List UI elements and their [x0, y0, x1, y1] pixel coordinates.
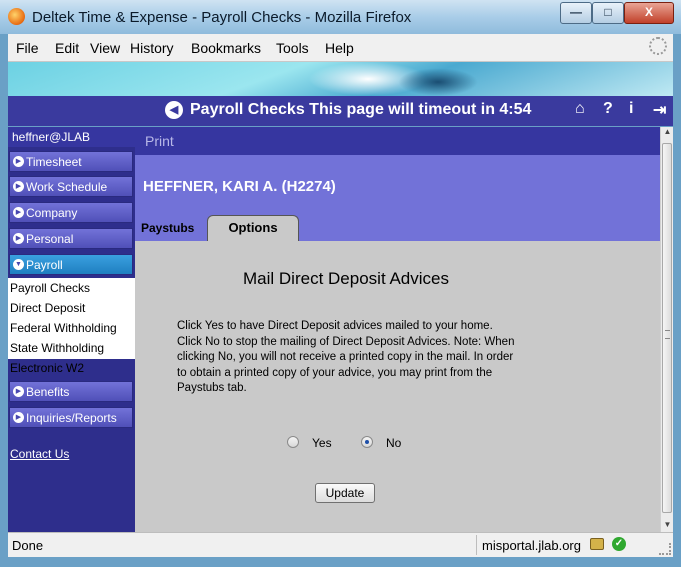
expand-icon: ▶ — [13, 207, 24, 218]
back-icon[interactable]: ◀ — [165, 101, 183, 119]
employee-name: HEFFNER, KARI A. (H2274) — [143, 178, 336, 195]
lock-icon[interactable] — [590, 538, 604, 550]
no-radio[interactable] — [361, 436, 373, 448]
expand-icon: ▶ — [13, 156, 24, 167]
menu-bar: File Edit View History Bookmarks Tools H… — [8, 34, 673, 62]
menu-view[interactable]: View — [90, 40, 120, 56]
help-icon[interactable]: ? — [603, 100, 613, 118]
minimize-button[interactable]: — — [560, 2, 592, 24]
scroll-up-icon[interactable]: ▲ — [662, 127, 673, 139]
window-title: Deltek Time & Expense - Payroll Checks -… — [32, 9, 412, 26]
tab-options[interactable]: Options — [207, 215, 299, 241]
update-button[interactable]: Update — [315, 483, 375, 503]
expand-icon: ▶ — [13, 181, 24, 192]
user-label: heffner@JLAB — [8, 127, 135, 147]
sidebar-subitem-federal-withholding[interactable]: Federal Withholding — [8, 318, 135, 338]
resize-grip-icon[interactable] — [659, 543, 671, 555]
instructions-text: Click Yes to have Direct Deposit advices… — [177, 320, 515, 394]
collapse-icon: ▼ — [13, 259, 24, 270]
scroll-thumb[interactable] — [662, 143, 672, 513]
status-host: misportal.jlab.org — [482, 538, 581, 553]
yes-radio[interactable] — [287, 436, 299, 448]
sidebar-item-timesheet[interactable]: ▶ Timesheet — [9, 151, 133, 172]
expand-icon: ▶ — [13, 233, 24, 244]
contact-us-link[interactable]: Contact Us — [10, 447, 69, 461]
check-icon[interactable]: ✓ — [612, 537, 626, 551]
throbber-icon — [649, 37, 667, 55]
menu-history[interactable]: History — [130, 40, 174, 56]
banner — [8, 62, 673, 96]
main-content: Print HEFFNER, KARI A. (H2274) Paystubs … — [135, 127, 660, 532]
sidebar-item-personal[interactable]: ▶ Personal — [9, 228, 133, 249]
title-bar: Deltek Time & Expense - Payroll Checks -… — [0, 0, 681, 34]
sidebar-subitem-electronic-w2[interactable]: Electronic W2 — [8, 358, 135, 378]
status-text: Done — [12, 538, 44, 553]
logout-icon[interactable]: ⇥ — [653, 100, 666, 120]
info-icon[interactable]: i — [629, 100, 633, 118]
sidebar-item-company[interactable]: ▶ Company — [9, 202, 133, 223]
menu-bookmarks[interactable]: Bookmarks — [191, 40, 261, 56]
expand-icon: ▶ — [13, 386, 24, 397]
home-icon[interactable]: ⌂ — [575, 100, 585, 118]
print-link[interactable]: Print — [135, 127, 660, 155]
menu-edit[interactable]: Edit — [55, 40, 79, 56]
page-title: Payroll Checks This page will timeout in… — [190, 101, 532, 118]
menu-tools[interactable]: Tools — [276, 40, 309, 56]
browser-window: Deltek Time & Expense - Payroll Checks -… — [0, 0, 681, 567]
vertical-scrollbar[interactable]: ▲ ▼ — [660, 127, 673, 532]
firefox-icon — [8, 8, 25, 25]
close-button[interactable]: X — [624, 2, 674, 24]
sidebar-item-work-schedule[interactable]: ▶ Work Schedule — [9, 176, 133, 197]
menu-file[interactable]: File — [16, 40, 39, 56]
no-label: No — [386, 436, 402, 450]
tab-paystubs[interactable]: Paystubs — [141, 221, 194, 235]
sidebar-subitem-direct-deposit[interactable]: Direct Deposit — [8, 298, 135, 318]
sidebar-item-benefits[interactable]: ▶ Benefits — [9, 381, 133, 402]
page-header: ◀ Payroll Checks This page will timeout … — [8, 96, 673, 126]
section-heading: Mail Direct Deposit Advices — [243, 269, 449, 288]
maximize-button[interactable]: □ — [592, 2, 624, 24]
sidebar: heffner@JLAB ▶ Timesheet ▶ Work Schedule ▶… — [8, 127, 135, 532]
sidebar-item-payroll[interactable]: ▼ Payroll — [9, 254, 133, 275]
payroll-submenu: Payroll Checks Direct Deposit Federal Wi… — [8, 278, 135, 375]
expand-icon: ▶ — [13, 412, 24, 423]
sidebar-subitem-payroll-checks[interactable]: Payroll Checks — [8, 278, 135, 298]
sidebar-item-inquiries-reports[interactable]: ▶ Inquiries/Reports — [9, 407, 133, 428]
scroll-down-icon[interactable]: ▼ — [662, 520, 673, 532]
yes-label: Yes — [312, 436, 332, 450]
menu-help[interactable]: Help — [325, 40, 354, 56]
status-bar: Done misportal.jlab.org ✓ — [8, 532, 673, 557]
sidebar-subitem-state-withholding[interactable]: State Withholding — [8, 338, 135, 358]
